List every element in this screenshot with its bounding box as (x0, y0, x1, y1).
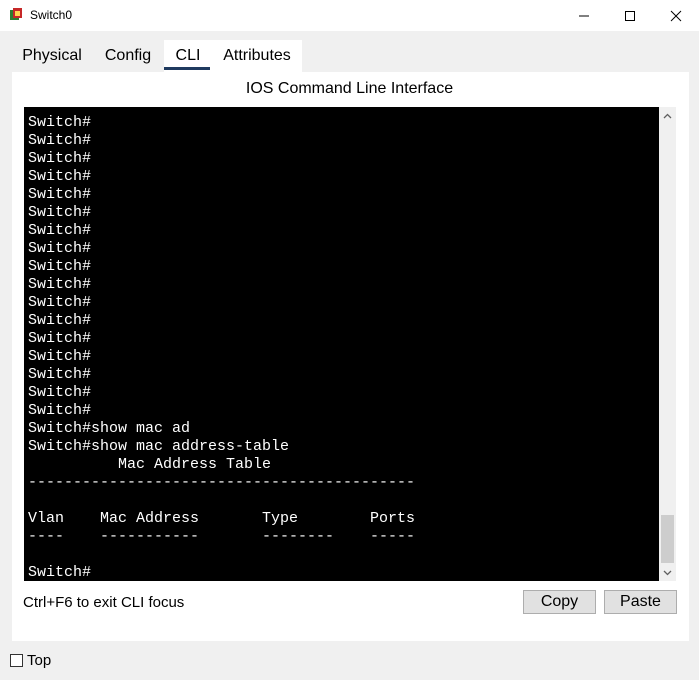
scroll-down-button[interactable] (659, 564, 676, 581)
switch-app-icon (8, 7, 24, 23)
cli-output-line: Switch# (28, 564, 92, 581)
minimize-button[interactable] (561, 0, 607, 31)
cli-output-line: Switch# (28, 330, 92, 347)
cli-output-line: Switch#show mac address-table (28, 438, 290, 455)
active-tab-indicator (164, 67, 210, 70)
cli-output-line: Switch# (28, 366, 92, 383)
scroll-up-button[interactable] (659, 107, 676, 124)
copy-button[interactable]: Copy (523, 590, 596, 614)
cli-output-line: Mac Address Table (28, 456, 272, 473)
scroll-thumb[interactable] (661, 515, 674, 563)
top-checkbox-row[interactable]: Top (10, 650, 51, 670)
top-checkbox[interactable] (10, 653, 23, 667)
tab-attributes[interactable]: Attributes (212, 40, 302, 72)
cli-title: IOS Command Line Interface (245, 80, 454, 97)
window-title: Switch0 (30, 8, 73, 22)
cli-output-line: Switch# (28, 348, 92, 365)
cli-output-line: Switch# (28, 186, 92, 203)
close-icon (670, 10, 682, 21)
cli-output-line: ----------------------------------------… (28, 474, 416, 491)
cli-output-line: Vlan Mac Address Type Ports (28, 510, 416, 527)
cli-output-line: Switch# (28, 240, 92, 257)
cli-output-line: Switch# (28, 258, 92, 275)
cli-output-line: Switch# (28, 312, 92, 329)
cli-output-line: Switch# (28, 276, 92, 293)
cli-output-line: Switch# (28, 384, 92, 401)
tab-physical[interactable]: Physical (12, 40, 92, 72)
cli-terminal[interactable]: Switch# Switch# Switch# Switch# Switch# Switc… (24, 107, 659, 581)
terminal-scrollbar[interactable] (659, 107, 676, 581)
maximize-icon (625, 10, 635, 21)
cli-output-line: Switch#show mac ad (28, 420, 191, 437)
title-bar: Switch0 (0, 0, 699, 31)
cli-output-line: Switch# (28, 150, 92, 167)
paste-button[interactable]: Paste (604, 590, 677, 614)
tab-config[interactable]: Config (92, 40, 164, 72)
chevron-down-icon (663, 570, 672, 575)
cli-output-line: ---- ----------- -------- ----- (28, 528, 416, 545)
chevron-up-icon (663, 113, 672, 118)
maximize-button[interactable] (607, 0, 653, 31)
cli-output-line: Switch# (28, 114, 92, 131)
cli-output-line: Switch# (28, 132, 92, 149)
minimize-icon (579, 15, 589, 16)
cli-output-line: Switch# (28, 294, 92, 311)
cli-output-line: Switch# (28, 402, 92, 419)
cli-output-line: Switch# (28, 204, 92, 221)
cli-focus-hint: Ctrl+F6 to exit CLI focus (23, 594, 185, 611)
close-button[interactable] (653, 0, 699, 31)
top-checkbox-label: Top (27, 651, 52, 669)
cli-output-line: Switch# (28, 168, 92, 185)
cli-output-line: Switch# (28, 222, 92, 239)
